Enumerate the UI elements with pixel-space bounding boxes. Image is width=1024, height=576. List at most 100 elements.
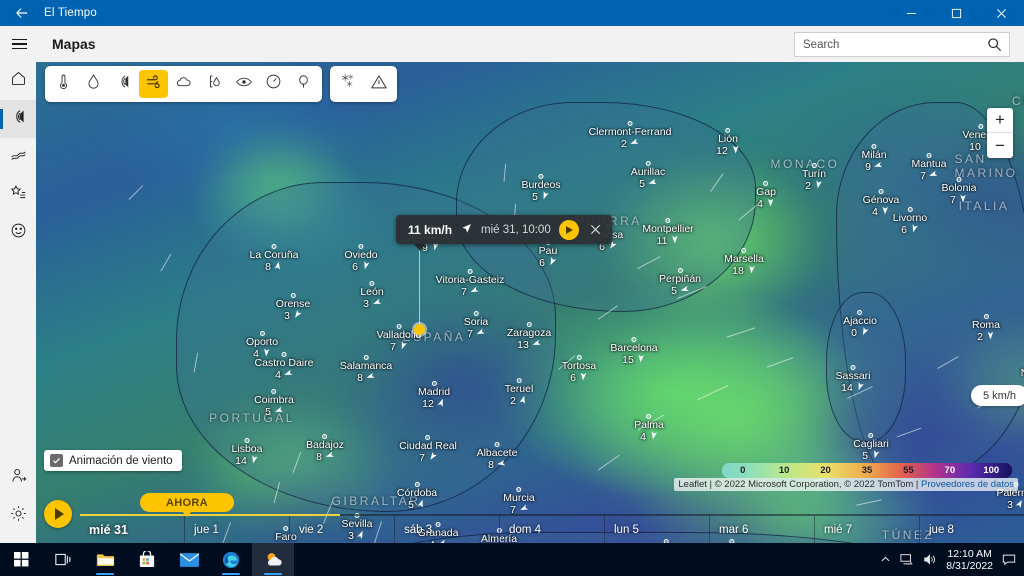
city-wind-speed: 4 bbox=[872, 206, 878, 218]
city-label[interactable]: Albacete 8 bbox=[477, 442, 517, 471]
city-label[interactable]: La Coruña 8 bbox=[249, 244, 299, 273]
city-label[interactable]: Marsella 18 bbox=[724, 248, 764, 277]
timeline-day[interactable]: jue 8 bbox=[919, 516, 1024, 543]
layer-temperature-button[interactable] bbox=[49, 70, 78, 98]
city-label[interactable]: Livorno 6 bbox=[893, 207, 927, 236]
city-label[interactable]: Perpiñán 5 bbox=[659, 268, 701, 297]
city-label[interactable]: Montpellier 11 bbox=[642, 218, 694, 247]
city-label[interactable]: Lión 12 bbox=[716, 128, 740, 157]
taskbar-microsoft-store-button[interactable] bbox=[126, 543, 168, 576]
city-label[interactable]: Oviedo 6 bbox=[344, 244, 378, 273]
city-label[interactable]: Ajaccio 0 bbox=[843, 310, 877, 339]
wind-animation-toggle[interactable]: Animación de viento bbox=[44, 450, 182, 471]
city-label[interactable]: Orense 3 bbox=[276, 293, 310, 322]
city-label[interactable]: Coimbra 5 bbox=[254, 389, 294, 418]
timeline-day[interactable]: sáb 3 bbox=[394, 516, 499, 543]
network-icon[interactable] bbox=[900, 553, 914, 566]
city-label[interactable]: Turín 2 bbox=[802, 163, 826, 192]
timeline-day[interactable]: vie 2 bbox=[289, 516, 394, 543]
attribution-providers[interactable]: Proveedores de datos bbox=[921, 479, 1014, 490]
city-label[interactable]: Burdeos 5 bbox=[521, 174, 561, 203]
city-label[interactable]: Tortosa 6 bbox=[562, 355, 596, 384]
city-label[interactable]: Lisboa 14 bbox=[232, 438, 262, 467]
layer-radar-button[interactable] bbox=[109, 70, 138, 98]
city-label[interactable]: León 3 bbox=[360, 281, 384, 310]
sidebar-item-home[interactable] bbox=[0, 62, 36, 100]
city-label[interactable]: Barcelona 15 bbox=[610, 337, 658, 366]
taskbar-weather-button[interactable] bbox=[252, 543, 294, 576]
sidebar-item-settings[interactable] bbox=[0, 497, 36, 535]
sidebar-item-account[interactable] bbox=[0, 459, 36, 497]
city-label[interactable]: Cagliari 5 bbox=[853, 433, 889, 462]
hamburger-icon[interactable] bbox=[0, 26, 38, 62]
layer-pressure-button[interactable] bbox=[259, 70, 288, 98]
city-label[interactable]: Madrid 12 bbox=[418, 381, 450, 410]
city-name: Aurillac bbox=[630, 166, 666, 178]
weather-map[interactable]: ESPAÑAPORTUGALITALIAMONACOSAN MARINOANDO… bbox=[36, 62, 1024, 543]
timeline-now-badge[interactable]: AHORA bbox=[140, 493, 234, 517]
layer-visibility-button[interactable] bbox=[229, 70, 258, 98]
layer-warnings-button[interactable] bbox=[364, 70, 393, 98]
time-slider: AHORA mié 31 jue 1 vie 2 sáb 3 dom 4 lun 5 mar… bbox=[36, 493, 1024, 543]
wind-popup[interactable]: 11 km/h mié 31, 10:00 bbox=[396, 215, 612, 244]
popup-time: mié 31, 10:00 bbox=[481, 223, 551, 236]
sidebar-item-maps[interactable] bbox=[0, 100, 36, 138]
city-label[interactable]: Salamanca 8 bbox=[340, 355, 392, 384]
notification-icon[interactable] bbox=[1002, 553, 1016, 566]
layer-wind-button[interactable] bbox=[139, 70, 168, 98]
city-label[interactable]: Clermont-Ferrand 2 bbox=[589, 121, 671, 150]
city-label[interactable]: Aurillac 5 bbox=[631, 161, 665, 190]
timeline-day[interactable]: mar 6 bbox=[709, 516, 814, 543]
back-button[interactable] bbox=[0, 0, 44, 26]
sidebar-item-favorites[interactable] bbox=[0, 176, 36, 214]
city-label[interactable]: Roma 2 bbox=[972, 314, 1000, 343]
minimize-button[interactable] bbox=[889, 0, 934, 26]
city-label[interactable]: Ciudad Real 7 bbox=[399, 435, 457, 464]
checkmark-icon[interactable] bbox=[50, 454, 63, 467]
city-label[interactable]: Soria 7 bbox=[464, 311, 488, 340]
close-button[interactable] bbox=[979, 0, 1024, 26]
timeline-day[interactable]: lun 5 bbox=[604, 516, 709, 543]
taskbar-edge-button[interactable] bbox=[210, 543, 252, 576]
city-label[interactable]: Palma 4 bbox=[634, 414, 664, 443]
layer-clouds-button[interactable] bbox=[169, 70, 198, 98]
timeline-day[interactable]: dom 4 bbox=[499, 516, 604, 543]
chevron-up-icon[interactable] bbox=[880, 554, 891, 565]
layer-snow-button[interactable] bbox=[334, 70, 363, 98]
taskbar-task-view-button[interactable] bbox=[42, 543, 84, 576]
gear-icon bbox=[10, 505, 27, 527]
city-label[interactable]: Milán 9 bbox=[861, 144, 887, 173]
city-label[interactable]: Teruel 2 bbox=[505, 378, 533, 407]
volume-icon[interactable] bbox=[923, 553, 937, 566]
sidebar-item-news[interactable] bbox=[0, 214, 36, 252]
city-label[interactable]: Zaragoza 13 bbox=[507, 322, 551, 351]
layer-dew-point-button[interactable] bbox=[79, 70, 108, 98]
city-label[interactable]: Castro Daire 4 bbox=[255, 352, 313, 381]
city-label[interactable]: Badajoz 8 bbox=[306, 434, 344, 463]
layer-precipitation-button[interactable] bbox=[199, 70, 228, 98]
taskbar-mail-button[interactable] bbox=[168, 543, 210, 576]
zoom-out-button[interactable]: − bbox=[987, 133, 1013, 158]
taskbar-clock[interactable]: 12:10 AM 8/31/2022 bbox=[946, 548, 993, 572]
search-input[interactable] bbox=[803, 38, 987, 51]
timeline-day[interactable]: mié 7 bbox=[814, 516, 919, 543]
taskbar-file-explorer-button[interactable] bbox=[84, 543, 126, 576]
attribution-leaflet[interactable]: Leaflet bbox=[678, 479, 707, 490]
city-label[interactable]: Pau 6 bbox=[539, 240, 557, 269]
timeline-play-button[interactable] bbox=[44, 500, 72, 528]
city-label[interactable]: Sassari 14 bbox=[835, 365, 871, 394]
city-label[interactable]: Vitoria-Gasteiz 7 bbox=[436, 269, 504, 298]
layer-pollen-button[interactable] bbox=[289, 70, 318, 98]
timeline-day[interactable]: jue 1 bbox=[184, 516, 289, 543]
timeline-day[interactable]: mié 31 bbox=[80, 516, 184, 543]
city-label[interactable]: Gap 4 bbox=[756, 181, 776, 210]
city-label[interactable]: Bolonia 7 bbox=[941, 177, 977, 206]
maximize-button[interactable] bbox=[934, 0, 979, 26]
popup-close-button[interactable] bbox=[587, 222, 605, 238]
search-icon[interactable] bbox=[987, 37, 1003, 53]
popup-play-button[interactable] bbox=[558, 219, 579, 240]
sidebar-item-forecast[interactable] bbox=[0, 138, 36, 176]
taskbar-start-button[interactable] bbox=[0, 543, 42, 576]
search-box[interactable] bbox=[794, 32, 1010, 57]
zoom-in-button[interactable]: + bbox=[987, 108, 1013, 133]
